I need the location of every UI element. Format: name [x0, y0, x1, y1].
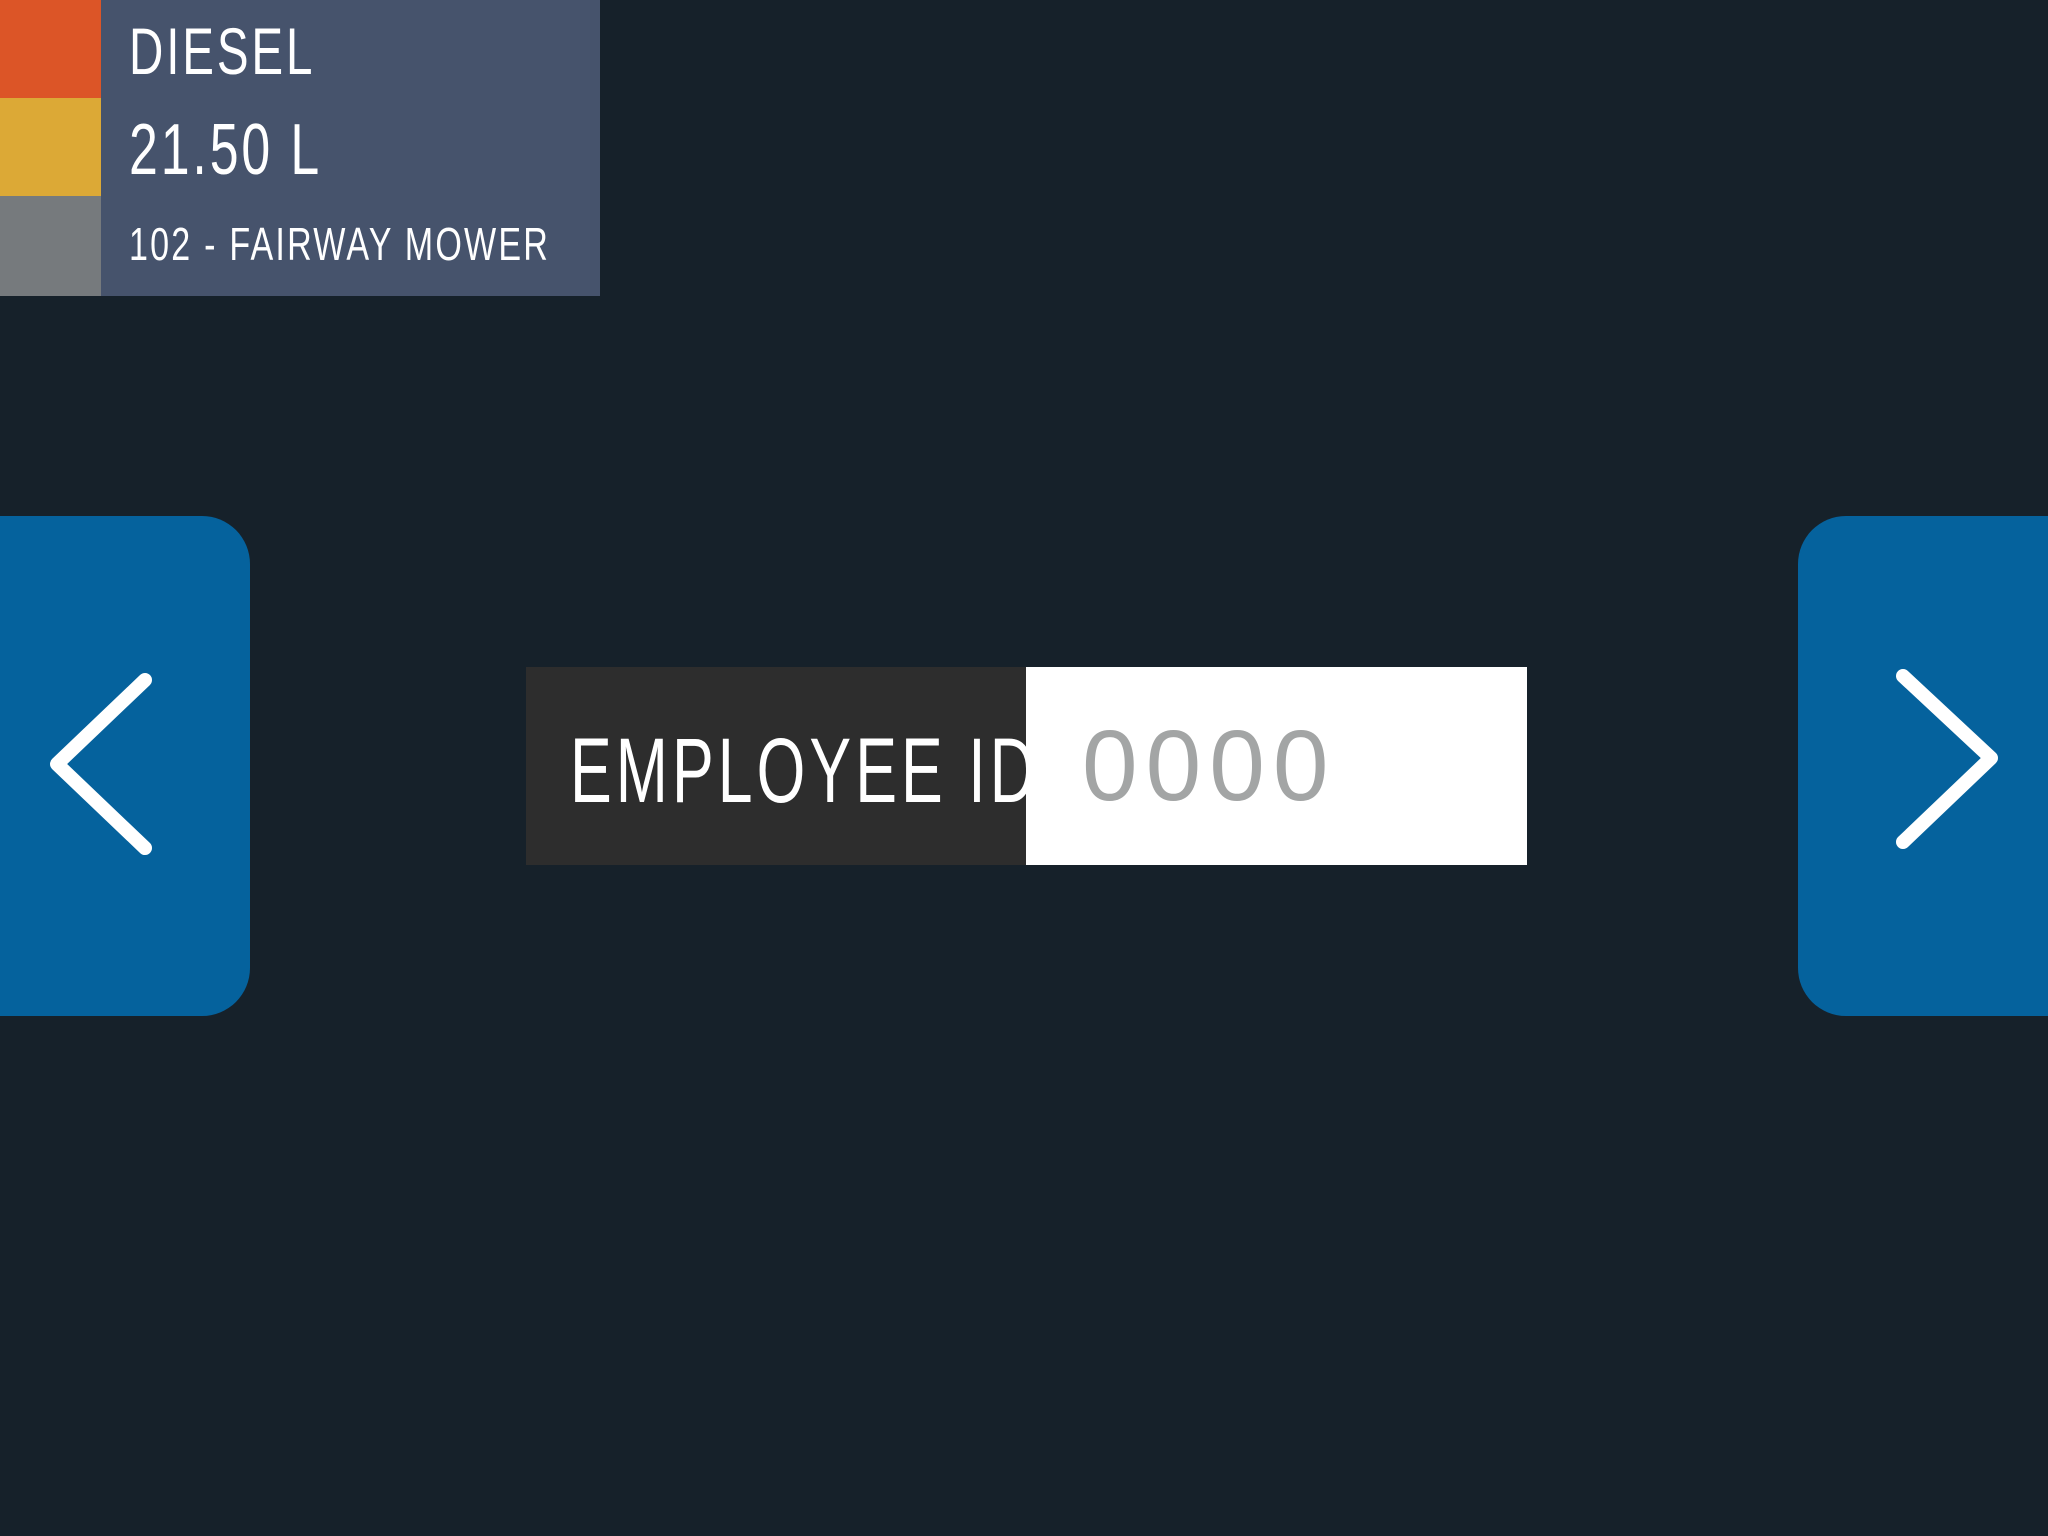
employee-id-label: EMPLOYEE ID [570, 720, 1040, 822]
next-button[interactable] [1798, 516, 2048, 1016]
employee-id-input[interactable] [1026, 667, 1527, 865]
previous-button[interactable] [0, 516, 250, 1016]
fuel-color-indicator [0, 0, 101, 98]
employee-id-screen: DIESEL 21.50 L 102 - FAIRWAY MOWER EMPLO… [0, 0, 2048, 1536]
equipment-color-indicator [0, 196, 101, 296]
equipment-name: 102 - FAIRWAY MOWER [129, 218, 551, 270]
fuel-quantity: 21.50 L [129, 110, 323, 190]
chevron-left-icon [50, 673, 152, 855]
employee-id-field: EMPLOYEE ID [526, 667, 1527, 865]
quantity-color-indicator [0, 98, 101, 196]
chevron-right-icon [1896, 669, 1998, 849]
transaction-summary: DIESEL 21.50 L 102 - FAIRWAY MOWER [0, 0, 600, 296]
employee-id-label-box: EMPLOYEE ID [526, 667, 1035, 865]
fuel-type: DIESEL [129, 14, 316, 88]
